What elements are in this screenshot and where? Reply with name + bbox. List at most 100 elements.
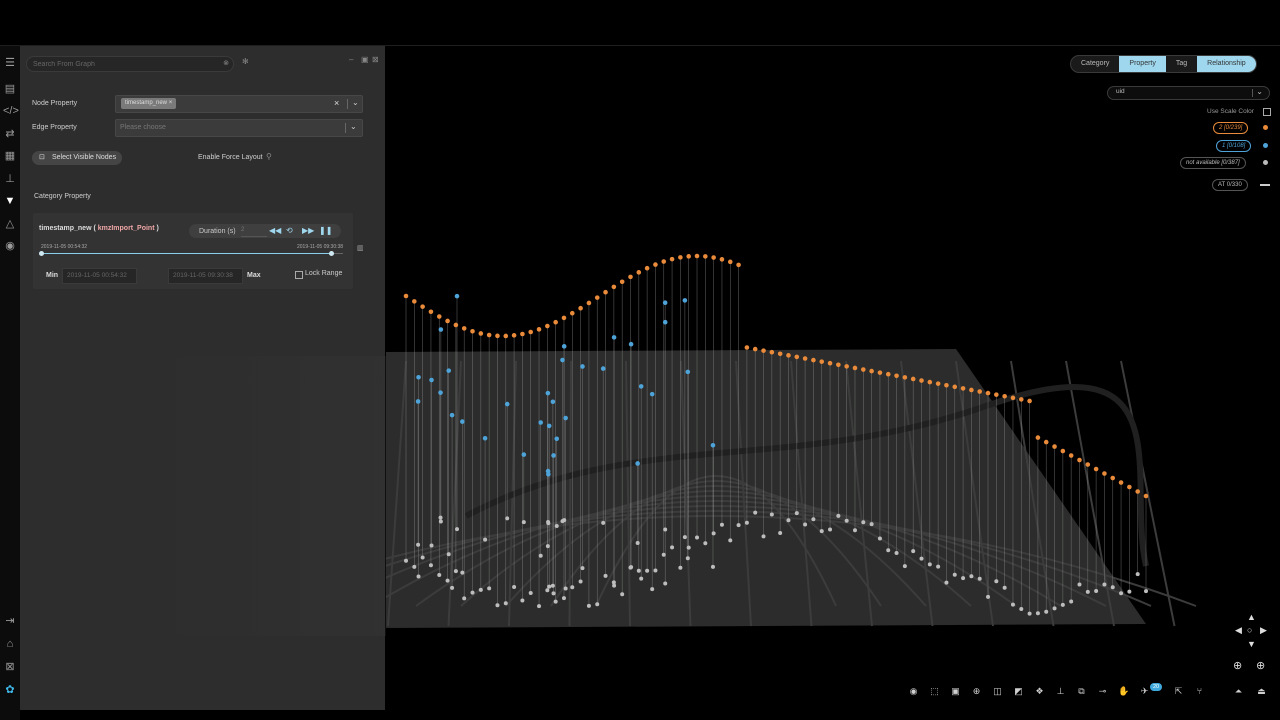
node-property-select[interactable]: timestamp_new × × ⌄	[115, 95, 363, 113]
ground-point	[545, 588, 550, 593]
pan-down-icon[interactable]: ▼	[1247, 639, 1256, 649]
tab-tag[interactable]: Tag	[1166, 56, 1197, 72]
lock-range-checkbox[interactable]	[295, 271, 303, 279]
elevated-point	[686, 254, 691, 259]
globe-icon[interactable]: ◉	[3, 239, 17, 253]
edge-property-select[interactable]: Please choose ⌄	[115, 119, 363, 137]
elevated-point	[545, 323, 550, 329]
target-icon[interactable]: ⊕	[971, 686, 982, 697]
copy-icon[interactable]: ⧉	[1076, 686, 1087, 697]
min-input[interactable]: 2019-11-05 00:54:32	[62, 268, 137, 284]
pan-center-icon[interactable]: ○	[1247, 625, 1252, 635]
table-icon[interactable]: ▦	[3, 149, 17, 163]
zoom-out-icon[interactable]: ⊕	[1256, 659, 1265, 672]
close-panel-icon[interactable]: ⊠	[372, 55, 379, 64]
clear-search-icon[interactable]: ⊗	[223, 59, 229, 67]
tag-remove-icon[interactable]: ×	[169, 100, 173, 106]
file-icon[interactable]: ▤	[3, 82, 17, 96]
elevated-point	[711, 255, 716, 260]
elevated-point	[662, 300, 668, 306]
ground-point	[1044, 609, 1049, 614]
zoom-in-icon[interactable]: ⊕	[1233, 659, 1242, 672]
tab-category[interactable]: Category	[1071, 56, 1119, 72]
tree-icon[interactable]: ⊥	[1055, 686, 1066, 697]
menu-icon[interactable]: ☰	[3, 56, 17, 70]
frame-icon[interactable]: ◩	[1013, 686, 1024, 697]
pause-icon[interactable]: ❚❚	[319, 226, 332, 235]
chevron-down-icon[interactable]: ⌄	[350, 122, 357, 131]
logout-icon[interactable]: ⇥	[3, 614, 17, 628]
legend-property-select[interactable]: uid ⌄	[1107, 86, 1270, 100]
camera-icon[interactable]: ▣	[950, 686, 961, 697]
close-box-icon[interactable]: ⊠	[3, 660, 17, 674]
hand-icon[interactable]: ✋	[1118, 686, 1129, 697]
pan-up-icon[interactable]: ▲	[1247, 612, 1256, 622]
ground-point	[1052, 606, 1057, 611]
select-visible-nodes-button[interactable]: ⊡ Select Visible Nodes	[32, 151, 122, 165]
ground-point	[420, 555, 425, 560]
use-scale-color-checkbox[interactable]	[1263, 108, 1271, 116]
tab-relationship[interactable]: Relationship	[1197, 56, 1256, 72]
pointer-icon[interactable]: ✈	[1139, 686, 1150, 697]
fork-icon[interactable]: ⑂	[1194, 686, 1205, 697]
graph-search-input[interactable]	[33, 57, 213, 71]
filter-icon[interactable]: ▼	[3, 194, 17, 208]
elevated-point	[560, 357, 565, 363]
range-track	[41, 253, 331, 254]
chevron-down-icon[interactable]: ⌄	[352, 98, 359, 107]
range-end-handle[interactable]	[329, 251, 334, 256]
graph-search-box: ⊗	[26, 56, 234, 72]
rewind-icon[interactable]: ◀◀	[269, 226, 281, 235]
cluster-icon[interactable]: ❖	[1034, 686, 1045, 697]
ground-point	[794, 511, 799, 516]
step-forward-icon[interactable]: ▶▶	[302, 226, 314, 235]
ground-point	[811, 517, 816, 522]
max-input[interactable]: 2019-11-05 09:30:38	[168, 268, 243, 284]
elevated-point	[1093, 466, 1099, 472]
clear-select-icon[interactable]: ×	[334, 98, 339, 108]
select-area-icon[interactable]: ⬚	[929, 686, 940, 697]
legend-item-not-available[interactable]: not available [0/387]	[1180, 157, 1246, 169]
map-canvas[interactable]	[154, 46, 1280, 710]
trash-icon[interactable]: ▥	[357, 244, 364, 252]
range-start-handle[interactable]	[39, 251, 44, 256]
duration-input[interactable]: 2	[241, 227, 267, 237]
export-icon[interactable]: ⇱	[1173, 686, 1184, 697]
loop-icon[interactable]: ⟲	[286, 226, 293, 235]
legend-dot-orange	[1263, 125, 1268, 130]
legend-item-edges[interactable]: AT 0/330	[1212, 179, 1248, 191]
legend-item-1[interactable]: 1 [0/108]	[1216, 140, 1252, 152]
swap-icon[interactable]: ⇄	[3, 127, 17, 141]
link-icon[interactable]: ⊸	[1097, 686, 1108, 697]
legend-item-2[interactable]: 2 [0/239]	[1213, 122, 1249, 134]
ground-point	[728, 538, 733, 543]
elevated-point	[545, 468, 551, 474]
elevated-point	[460, 419, 465, 424]
elevated-point	[619, 279, 625, 285]
pan-right-icon[interactable]: ▶	[1260, 625, 1267, 636]
network-icon[interactable]: △	[3, 217, 17, 231]
elevated-point	[919, 378, 924, 383]
eye-icon[interactable]: ◉	[908, 686, 919, 697]
elevated-point	[852, 365, 858, 371]
elevated-point	[436, 314, 442, 319]
elevated-point	[682, 298, 688, 303]
map-svg[interactable]	[235, 46, 1280, 710]
chevron-down-icon[interactable]: ⌄	[1256, 87, 1263, 96]
elevated-point	[877, 370, 883, 375]
code-icon[interactable]: </>	[3, 104, 19, 118]
maximize-icon[interactable]: ▣	[361, 55, 369, 64]
home-icon[interactable]: ⌂	[3, 637, 17, 651]
force-layout-toggle-icon[interactable]: ⚲	[266, 152, 272, 161]
settings-icon[interactable]: ✻	[242, 57, 249, 66]
ground-point	[650, 587, 655, 592]
tab-property[interactable]: Property	[1119, 56, 1166, 72]
layer-up-icon[interactable]: ⏶	[1233, 686, 1244, 697]
elevated-point	[977, 389, 983, 394]
box-select-icon[interactable]: ◫	[992, 686, 1003, 697]
pan-left-icon[interactable]: ◀	[1235, 625, 1242, 636]
hierarchy-icon[interactable]: ⊥	[3, 172, 17, 186]
layer-top-icon[interactable]: ⏏	[1256, 686, 1267, 697]
ground-point	[682, 535, 687, 540]
minimize-icon[interactable]: –	[349, 55, 353, 64]
